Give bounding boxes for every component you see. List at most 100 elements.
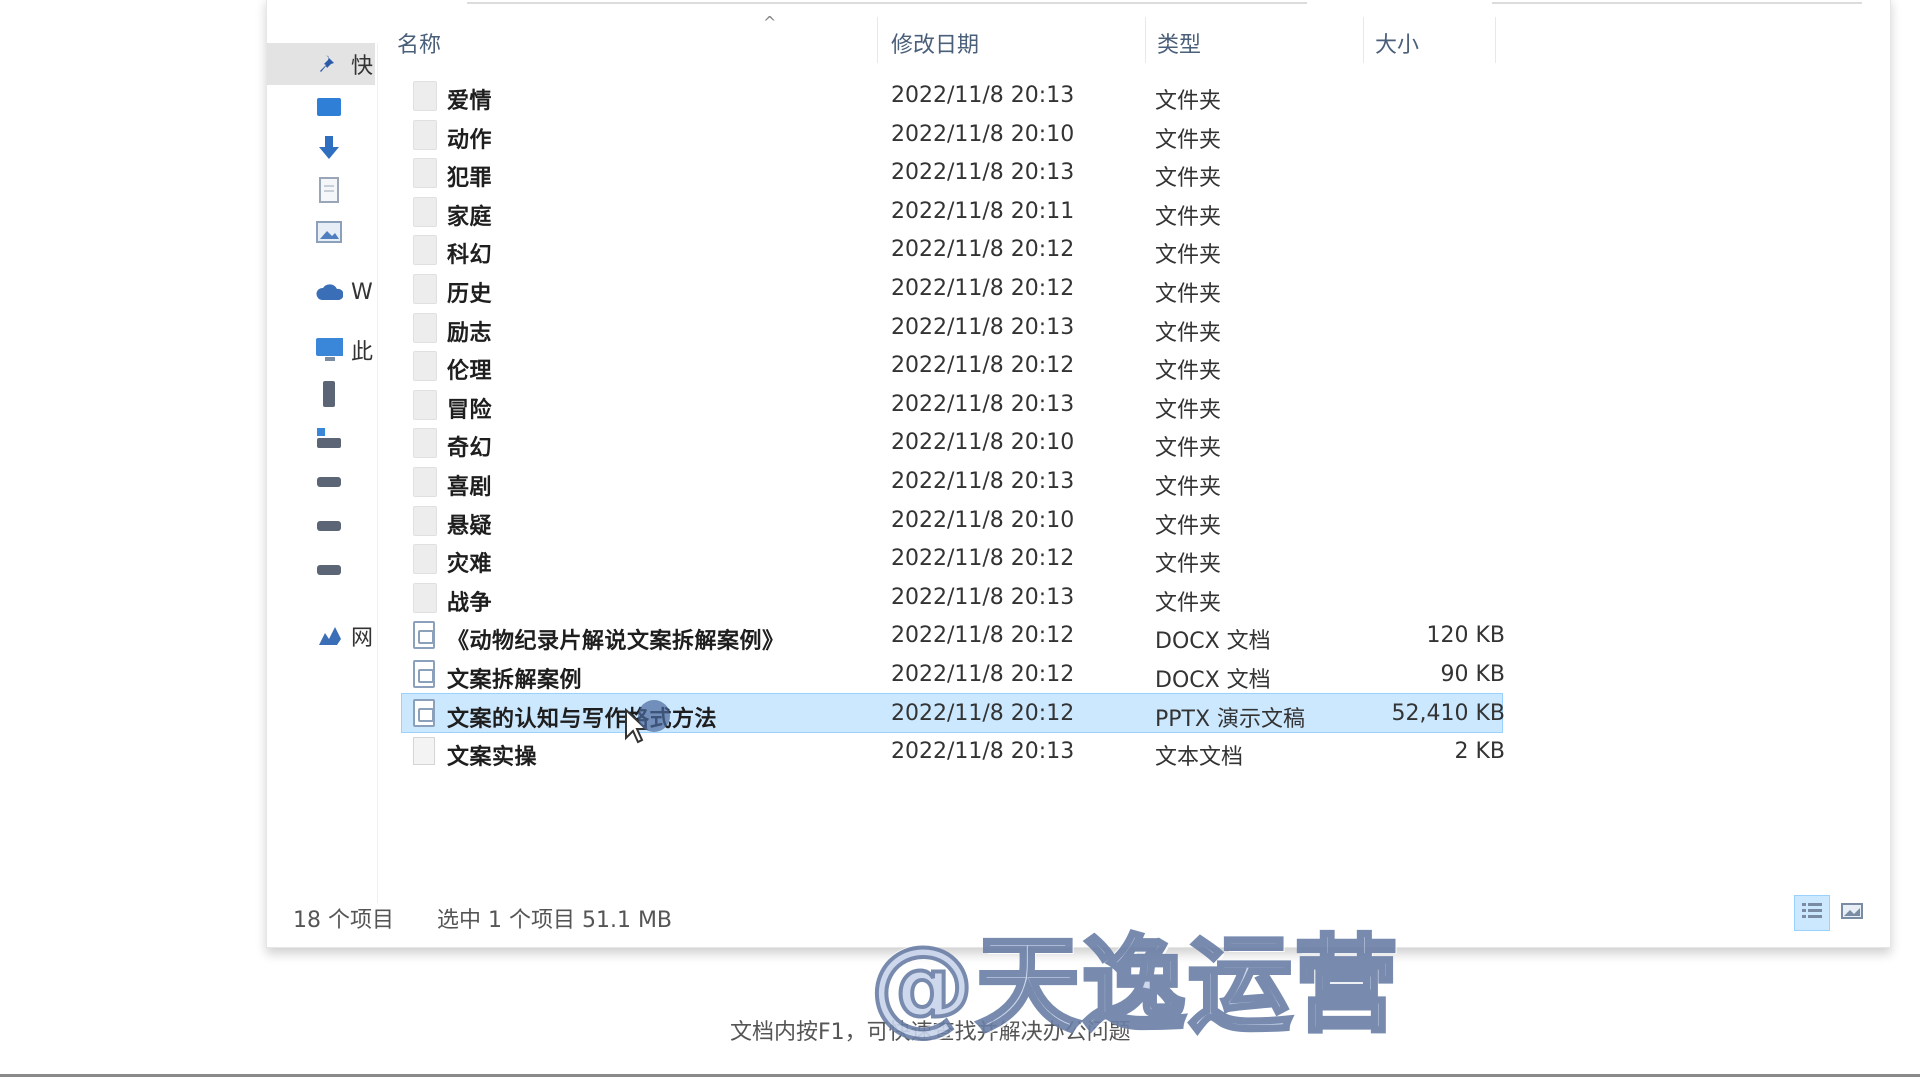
file-name: 文案的认知与写作格式方法: [447, 707, 718, 732]
file-type: 文件夹: [1155, 166, 1222, 191]
column-type[interactable]: 类型: [1157, 27, 1201, 59]
file-size: 120 KB: [1426, 623, 1505, 648]
docx-file-icon: [413, 621, 439, 651]
large-icons-view-button[interactable]: [1834, 895, 1870, 931]
file-date: 2022/11/8 20:13: [891, 392, 1075, 417]
nav-documents[interactable]: [267, 169, 375, 211]
file-name: 科幻: [447, 243, 493, 268]
file-row[interactable]: 文案的认知与写作格式方法 2022/11/8 20:12 PPTX 演示文稿 52,4…: [401, 693, 1505, 733]
folder-row[interactable]: 战争 2022/11/8 20:13 文件夹: [405, 579, 1505, 617]
folder-row[interactable]: 犯罪 2022/11/8 20:13 文件夹: [405, 154, 1505, 192]
details-view-button[interactable]: [1794, 895, 1830, 931]
file-date: 2022/11/8 20:12: [891, 353, 1075, 378]
selection-info: 选中 1 个项目 51.1 MB: [437, 908, 673, 933]
folder-row[interactable]: 历史 2022/11/8 20:12 文件夹: [405, 270, 1505, 308]
file-date: 2022/11/8 20:13: [891, 469, 1075, 494]
nav-disk-2[interactable]: [267, 505, 375, 547]
file-type: DOCX 文档: [1155, 668, 1271, 693]
nav-label: 此: [351, 340, 374, 365]
pane-divider: [377, 43, 378, 903]
status-bar: 18 个项目 选中 1 个项目 51.1 MB: [293, 902, 708, 934]
column-separator[interactable]: [877, 17, 878, 63]
disk-icon: [315, 512, 343, 540]
file-type: 文件夹: [1155, 89, 1222, 114]
folder-icon: [413, 428, 439, 458]
nav-network-drive[interactable]: [267, 417, 375, 459]
nav-downloads[interactable]: [267, 127, 375, 169]
folder-icon: [413, 274, 439, 304]
file-type: 文件夹: [1155, 591, 1222, 616]
file-type: 文件夹: [1155, 282, 1222, 307]
folder-row[interactable]: 灾难 2022/11/8 20:12 文件夹: [405, 540, 1505, 578]
file-type: 文件夹: [1155, 398, 1222, 423]
file-type: 文件夹: [1155, 514, 1222, 539]
file-date: 2022/11/8 20:12: [891, 662, 1075, 687]
file-date: 2022/11/8 20:12: [891, 237, 1075, 262]
navigation-pane: 快 W 此 网: [267, 43, 377, 903]
nav-disk-3[interactable]: [267, 549, 375, 591]
file-name: 动作: [447, 128, 493, 153]
column-size[interactable]: 大小: [1375, 27, 1419, 59]
pictures-icon: [315, 218, 343, 246]
folder-icon: [413, 351, 439, 381]
file-row[interactable]: 文案实操 2022/11/8 20:13 文本文档 2 KB: [405, 733, 1505, 771]
file-size: 90 KB: [1440, 662, 1505, 687]
folder-row[interactable]: 喜剧 2022/11/8 20:13 文件夹: [405, 463, 1505, 501]
file-date: 2022/11/8 20:10: [891, 430, 1075, 455]
file-row[interactable]: 文案拆解案例 2022/11/8 20:12 DOCX 文档 90 KB: [405, 656, 1505, 694]
file-date: 2022/11/8 20:11: [891, 199, 1075, 224]
folder-row[interactable]: 爱情 2022/11/8 20:13 文件夹: [405, 77, 1505, 115]
folder-icon: [413, 390, 439, 420]
nav-usb-drive[interactable]: [267, 373, 375, 415]
folder-row[interactable]: 家庭 2022/11/8 20:11 文件夹: [405, 193, 1505, 231]
folder-icon: [413, 158, 439, 188]
file-date: 2022/11/8 20:10: [891, 122, 1075, 147]
taskbar-edge: [0, 1074, 1920, 1077]
file-name: 爱情: [447, 89, 493, 114]
nav-onedrive[interactable]: W: [267, 271, 375, 313]
folder-row[interactable]: 动作 2022/11/8 20:10 文件夹: [405, 116, 1505, 154]
file-row[interactable]: 《动物纪录片解说文案拆解案例》 2022/11/8 20:12 DOCX 文档 120…: [405, 617, 1505, 655]
folder-row[interactable]: 奇幻 2022/11/8 20:10 文件夹: [405, 424, 1505, 462]
file-name: 战争: [447, 591, 493, 616]
folder-row[interactable]: 励志 2022/11/8 20:13 文件夹: [405, 309, 1505, 347]
file-name: 历史: [447, 282, 493, 307]
file-date: 2022/11/8 20:12: [891, 276, 1075, 301]
folder-icon: [413, 506, 439, 536]
watermark: @天逸运营: [868, 922, 1401, 1048]
file-name: 冒险: [447, 398, 493, 423]
file-type: DOCX 文档: [1155, 629, 1271, 654]
folder-row[interactable]: 科幻 2022/11/8 20:12 文件夹: [405, 231, 1505, 269]
computer-icon: [315, 336, 343, 364]
busy-indicator-icon: [638, 700, 670, 732]
nav-disk-1[interactable]: [267, 461, 375, 503]
file-type: 文件夹: [1155, 552, 1222, 577]
nav-quick-access[interactable]: 快: [267, 43, 375, 85]
column-separator[interactable]: [1145, 17, 1146, 63]
folder-icon: [413, 81, 439, 111]
docx-file-icon: [413, 660, 439, 690]
folder-row[interactable]: 伦理 2022/11/8 20:12 文件夹: [405, 347, 1505, 385]
file-type: 文件夹: [1155, 321, 1222, 346]
item-count: 18 个项目: [293, 908, 394, 933]
nav-this-pc[interactable]: 此: [267, 329, 375, 371]
network-drive-icon: [315, 424, 343, 452]
file-explorer-window: 快 W 此 网 ^ 名称 修改日期 类型 大小 爱情 2022/11/8 20:…: [266, 0, 1891, 948]
file-type: 文件夹: [1155, 475, 1222, 500]
nav-network[interactable]: 网: [267, 615, 375, 657]
nav-pictures[interactable]: [267, 211, 375, 253]
column-separator[interactable]: [1363, 17, 1364, 63]
column-date[interactable]: 修改日期: [891, 27, 979, 59]
large-icons-view-icon: [1841, 902, 1863, 924]
file-date: 2022/11/8 20:13: [891, 585, 1075, 610]
column-header: ^ 名称 修改日期 类型 大小: [397, 13, 1777, 67]
file-type: PPTX 演示文稿: [1155, 707, 1306, 732]
nav-desktop[interactable]: [267, 87, 375, 129]
file-name: 文案拆解案例: [447, 668, 583, 693]
file-type: 文件夹: [1155, 205, 1222, 230]
folder-row[interactable]: 悬疑 2022/11/8 20:10 文件夹: [405, 502, 1505, 540]
column-separator[interactable]: [1495, 17, 1496, 63]
folder-row[interactable]: 冒险 2022/11/8 20:13 文件夹: [405, 386, 1505, 424]
column-name[interactable]: 名称: [397, 27, 441, 59]
view-toggle: [1794, 895, 1870, 931]
